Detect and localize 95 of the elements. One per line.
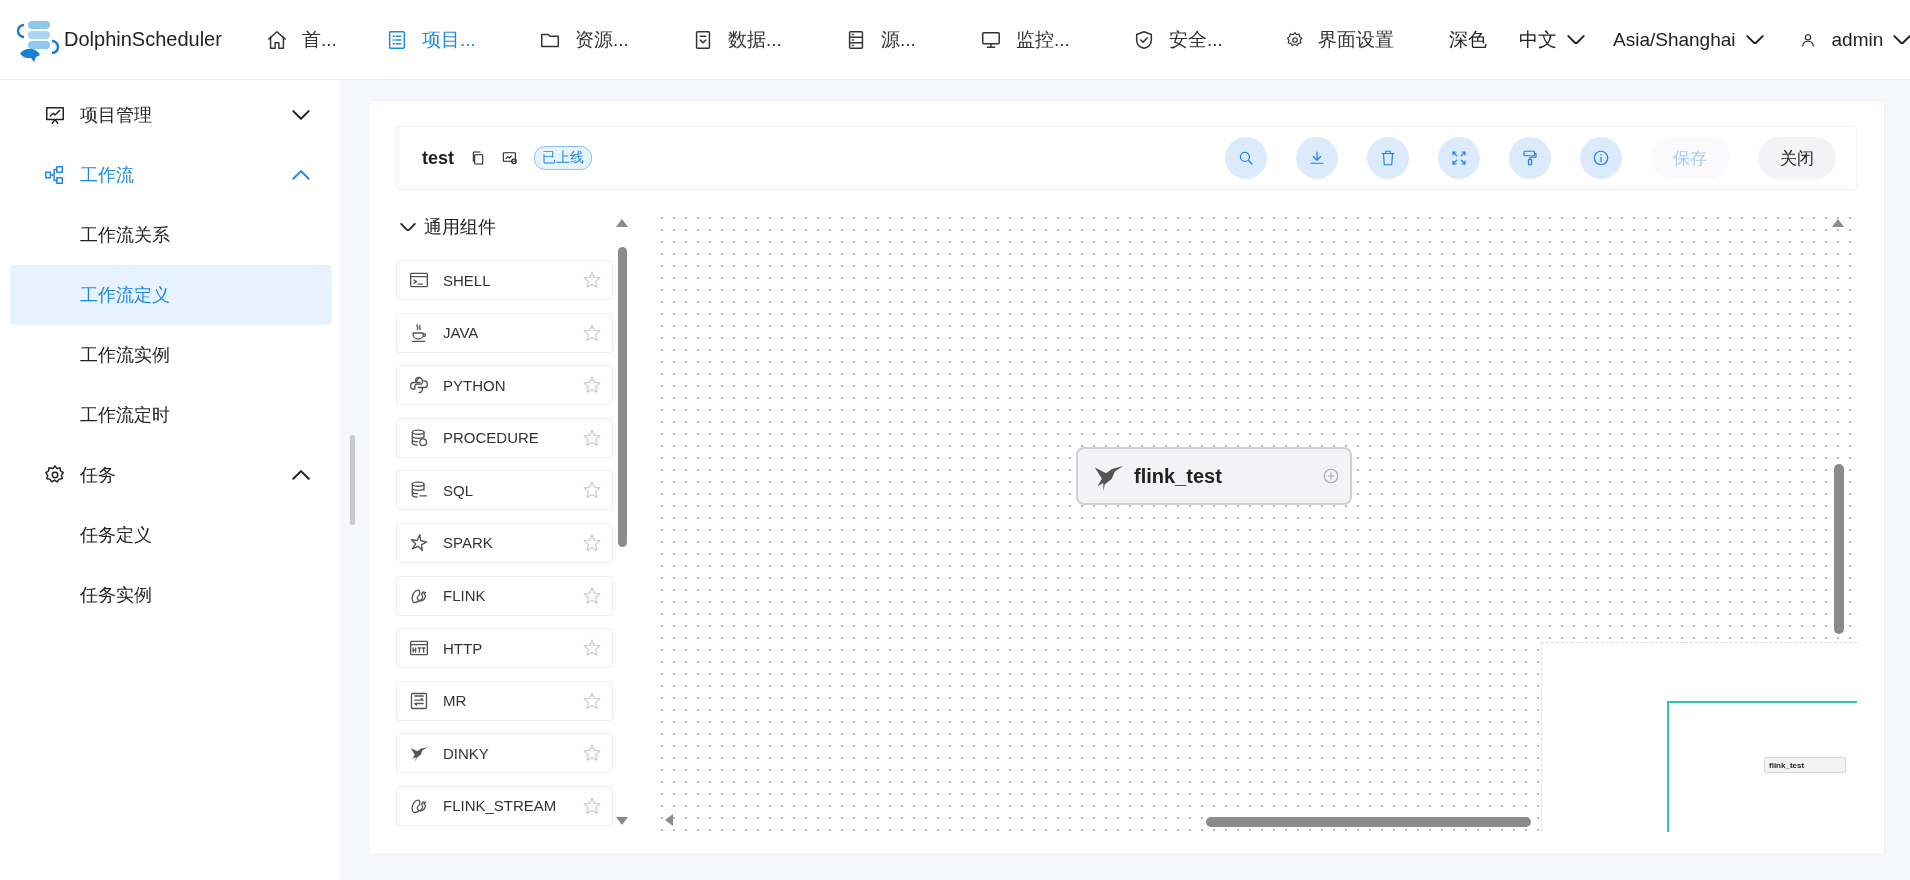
settings-icon [44, 464, 66, 486]
scroll-up-icon[interactable] [1831, 218, 1845, 228]
user-menu[interactable]: admin [1799, 28, 1910, 51]
task-type-item[interactable]: DINKY [396, 733, 613, 774]
presentation-chart-icon [44, 104, 66, 126]
chevron-down-icon [400, 222, 416, 232]
task-node[interactable]: flink_test [1076, 447, 1352, 505]
task-type-item[interactable]: HTTP [396, 628, 613, 669]
sidebar-group[interactable]: 任务 [10, 445, 332, 505]
star-icon[interactable] [582, 743, 602, 764]
list-icon [386, 28, 408, 51]
copy-icon [470, 150, 486, 166]
download-icon [1308, 149, 1326, 167]
home-icon [266, 28, 288, 51]
cup-icon [409, 322, 429, 343]
fullscreen-icon [1450, 149, 1468, 167]
star-icon[interactable] [582, 375, 602, 396]
nav-item[interactable]: 项目... [386, 26, 476, 53]
chevron-down-icon [1567, 34, 1585, 45]
task-type-item[interactable]: PYTHON [396, 365, 613, 406]
sidebar-item[interactable]: 工作流定时 [10, 385, 332, 445]
task-type-item[interactable]: SPARK [396, 522, 613, 563]
transfer-box-icon [409, 690, 429, 711]
star-icon[interactable] [582, 480, 602, 501]
star-icon[interactable] [582, 638, 602, 659]
search-icon [1237, 149, 1255, 167]
toolbar-button[interactable] [1367, 137, 1409, 179]
interlocked-shapes-icon [409, 375, 429, 396]
user-icon [1799, 31, 1816, 48]
sparkle-icon [409, 532, 429, 553]
scroll-left-icon[interactable] [664, 813, 674, 827]
database-icon [409, 480, 429, 501]
star-icon[interactable] [582, 532, 602, 553]
settings-icon [1286, 30, 1304, 49]
sidebar-item[interactable]: 工作流关系 [10, 205, 332, 265]
task-type-item[interactable]: SQL [396, 470, 613, 511]
scrollbar-thumb[interactable] [1206, 817, 1531, 827]
palette-group[interactable]: 通用组件 [396, 212, 496, 242]
status-tag: 已上线 [534, 146, 592, 170]
sidebar-item[interactable]: 工作流实例 [10, 325, 332, 385]
toolbar-button[interactable] [1580, 137, 1622, 179]
info-icon [1592, 149, 1610, 167]
nav-item[interactable]: 首... [266, 26, 337, 53]
paint-roller-icon [1521, 149, 1539, 167]
star-icon[interactable] [582, 270, 602, 290]
scrollbar-thumb[interactable] [618, 247, 627, 547]
toolbar-button[interactable] [1225, 137, 1267, 179]
language-select[interactable]: 中文 [1519, 26, 1585, 53]
nav-item[interactable]: 界面设置 [1286, 26, 1394, 53]
chevron-up-icon [292, 470, 310, 480]
chevron-down-icon [1745, 34, 1764, 45]
nav-item[interactable]: 安全... [1133, 26, 1223, 53]
flow-icon [44, 164, 66, 186]
sidebar-item[interactable]: 任务实例 [10, 565, 332, 625]
nav-item[interactable]: 数据... [692, 26, 782, 53]
star-icon[interactable] [582, 427, 602, 448]
scroll-down-icon[interactable] [615, 816, 629, 826]
task-type-item[interactable]: FLINK_STREAM [396, 785, 613, 826]
terminal-icon [409, 270, 429, 290]
chevron-up-icon [292, 170, 310, 180]
timezone-select[interactable]: Asia/Shanghai [1613, 28, 1764, 51]
version-icon [502, 150, 518, 166]
delete-icon [1379, 149, 1397, 167]
shield-icon [1133, 28, 1155, 51]
scrollbar-thumb[interactable] [1834, 464, 1844, 634]
minimap[interactable]: flink_test [1541, 642, 1857, 832]
add-circle-icon [1322, 467, 1340, 485]
sidebar-item[interactable]: 任务定义 [10, 505, 332, 565]
sidebar-group[interactable]: 项目管理 [10, 85, 332, 145]
database-icon [409, 427, 429, 448]
star-icon[interactable] [582, 322, 602, 343]
chevron-down-icon [1893, 34, 1910, 45]
sidebar-group[interactable]: 工作流 [10, 145, 332, 205]
star-icon[interactable] [582, 795, 602, 816]
star-icon[interactable] [582, 585, 602, 606]
workflow-title: test [422, 147, 454, 169]
task-type-item[interactable]: JAVA [396, 312, 613, 353]
task-type-item[interactable]: PROCEDURE [396, 417, 613, 458]
toolbar-button[interactable] [1296, 137, 1338, 179]
toolbar-button[interactable] [1438, 137, 1480, 179]
minimap-node: flink_test [1764, 757, 1846, 773]
brand-name: DolphinScheduler [64, 28, 222, 51]
chevron-down-icon [292, 110, 310, 120]
close-button[interactable]: 关闭 [1758, 137, 1836, 179]
scroll-up-icon[interactable] [615, 218, 629, 228]
theme-toggle[interactable]: 深色 [1449, 26, 1487, 53]
nav-item[interactable]: 源... [845, 26, 916, 53]
nav-item[interactable]: 资源... [539, 26, 629, 53]
task-type-item[interactable]: MR [396, 680, 613, 721]
task-type-item[interactable]: SHELL [396, 260, 613, 300]
task-type-item[interactable]: FLINK [396, 575, 613, 616]
star-icon[interactable] [582, 690, 602, 711]
toolbar-button[interactable] [1509, 137, 1551, 179]
scrollbar-thumb[interactable] [350, 435, 355, 525]
nav-item[interactable]: 监控... [980, 26, 1070, 53]
